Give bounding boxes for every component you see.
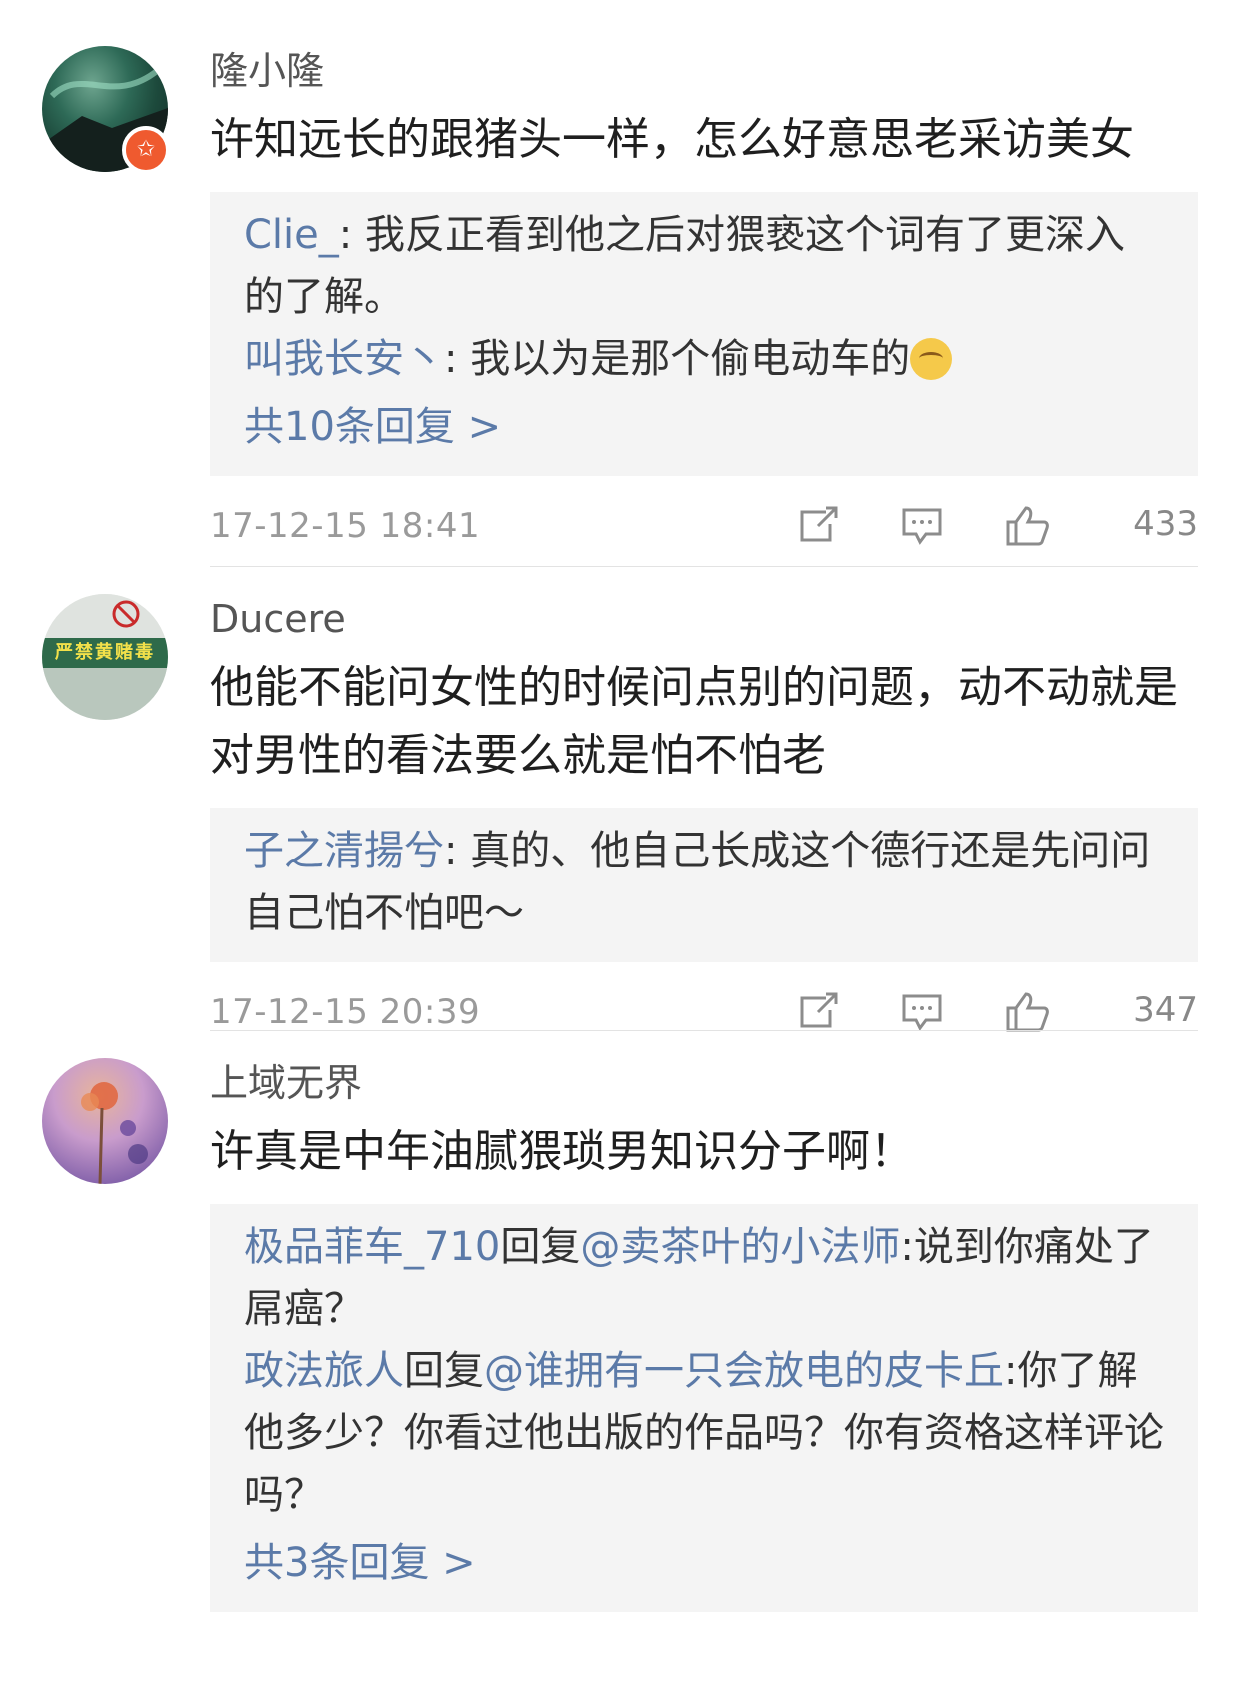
thumbs-up-icon[interactable] [1004, 990, 1050, 1043]
reply-username[interactable]: 叫我长安丶 [244, 336, 444, 382]
comment-meta: 17-12-15 20:39 347 [210, 962, 1198, 1064]
reply-mention[interactable]: @谁拥有一只会放电的皮卡丘 [484, 1348, 1004, 1394]
comment-meta: 17-12-15 18:41 433 [210, 476, 1198, 578]
share-icon[interactable] [796, 990, 840, 1039]
comment-icon[interactable] [900, 504, 944, 557]
username[interactable]: 隆小隆 [210, 46, 1198, 96]
like-count: 433 [1133, 504, 1198, 544]
reply-connector: 回复 [500, 1224, 581, 1270]
replies-box[interactable]: 子之清揚兮: 真的、他自己长成这个德行还是先问问自己怕不怕吧～ [210, 808, 1198, 962]
reply-text: : 我反正看到他之后对猥亵这个词有了更深入的了解。 [244, 212, 1125, 320]
like-count: 347 [1133, 990, 1198, 1030]
timestamp: 17-12-15 20:39 [210, 992, 481, 1032]
tired-face-emoji-icon [910, 338, 953, 380]
replies-box[interactable]: Clie_: 我反正看到他之后对猥亵这个词有了更深入的了解。 叫我长安丶: 我以… [210, 192, 1198, 476]
reply-username[interactable]: 政法旅人 [244, 1348, 404, 1394]
reply-item[interactable]: 子之清揚兮: 真的、他自己长成这个德行还是先问问自己怕不怕吧～ [244, 820, 1164, 944]
avatar[interactable] [42, 1058, 168, 1184]
timestamp: 17-12-15 18:41 [210, 506, 481, 546]
star-badge-icon: ✩ [122, 126, 170, 174]
flower-image [81, 1082, 148, 1184]
comment-icon[interactable] [900, 990, 944, 1043]
comment-text: 许知远长的跟猪头一样，怎么好意思老采访美女 [210, 114, 1134, 165]
reply-item[interactable]: Clie_: 我反正看到他之后对猥亵这个词有了更深入的了解。 [244, 204, 1164, 328]
divider [210, 1030, 1198, 1031]
thumbs-up-icon[interactable] [1004, 504, 1050, 557]
reply-mention[interactable]: @卖茶叶的小法师 [580, 1224, 900, 1270]
reply-username[interactable]: Clie_ [244, 212, 339, 258]
comment-feed: ✩ 隆小隆 许知远长的跟猪头一样，怎么好意思老采访美女 Clie_: 我反正看到… [0, 0, 1242, 1689]
reply-username[interactable]: 子之清揚兮 [244, 828, 444, 874]
more-replies-link[interactable]: 共3条回复 > [244, 1532, 1164, 1594]
avatar-sign-text: 严禁黄赌毒 [55, 642, 155, 663]
divider [210, 566, 1198, 567]
reply-item[interactable]: 极品菲车_710回复@卖茶叶的小法师:说到你痛处了屌癌？ [244, 1216, 1164, 1340]
reply-item[interactable]: 政法旅人回复@谁拥有一只会放电的皮卡丘:你了解他多少？你看过他出版的作品吗？你有… [244, 1340, 1164, 1526]
comment-text: 他能不能问女性的时候问点别的问题，动不动就是对男性的看法要么就是怕不怕老 [210, 662, 1178, 781]
username[interactable]: Ducere [210, 594, 1198, 644]
avatar[interactable]: ✩ [42, 46, 170, 174]
comment-text: 许真是中年油腻猥琐男知识分子啊！ [210, 1126, 914, 1177]
username[interactable]: 上域无界 [210, 1058, 1198, 1108]
reply-item[interactable]: 叫我长安丶: 我以为是那个偷电动车的 [244, 328, 1164, 390]
more-replies-link[interactable]: 共10条回复 > [244, 396, 1164, 458]
share-icon[interactable] [796, 504, 840, 553]
reply-username[interactable]: 极品菲车_710 [244, 1224, 500, 1270]
reply-connector: 回复 [404, 1348, 484, 1394]
reply-text: : 我以为是那个偷电动车的 [444, 336, 911, 382]
avatar[interactable]: 严禁黄赌毒 [42, 594, 168, 720]
replies-box[interactable]: 极品菲车_710回复@卖茶叶的小法师:说到你痛处了屌癌？ 政法旅人回复@谁拥有一… [210, 1204, 1198, 1612]
